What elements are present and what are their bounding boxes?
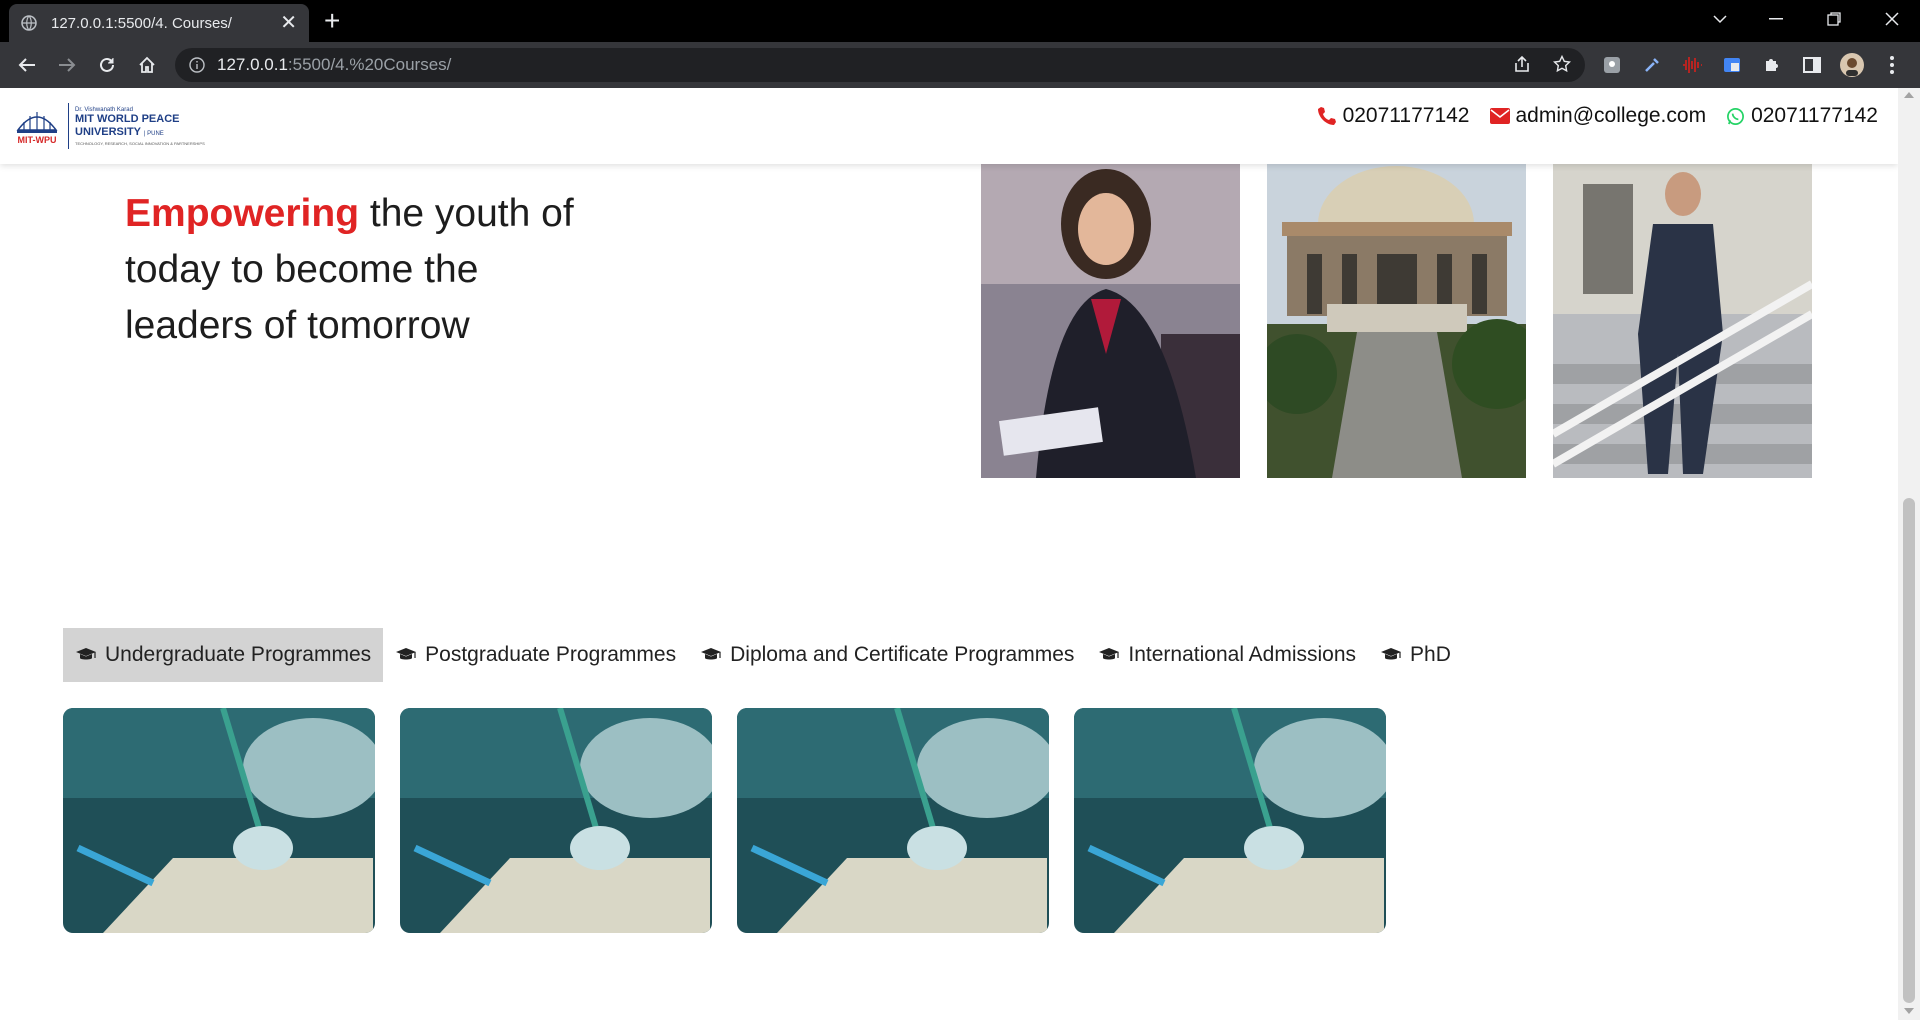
hero-heading: Empowering the youth of today to become … [125,186,585,354]
menu-kebab-icon[interactable] [1878,51,1906,79]
side-panel-icon[interactable] [1798,51,1826,79]
graduation-cap-icon [700,647,722,663]
new-tab-button[interactable]: + [324,6,340,36]
programme-tabs: Undergraduate Programmes Postgraduate Pr… [63,628,1463,682]
whatsapp-number: 02071177142 [1751,104,1878,127]
site-info-icon[interactable] [189,57,205,73]
course-card[interactable] [63,708,375,933]
reload-icon[interactable] [92,50,122,80]
contact-whatsapp[interactable]: 02071177142 [1726,104,1878,128]
share-icon[interactable] [1507,49,1537,79]
home-icon[interactable] [132,50,162,80]
exam-writing-image [63,708,375,933]
globe-icon [21,15,37,31]
tab-international-admissions[interactable]: International Admissions [1086,628,1368,682]
tab-diploma-certificate-programmes[interactable]: Diploma and Certificate Programmes [688,628,1086,682]
email-address: admin@college.com [1515,104,1707,127]
contact-phone[interactable]: 02071177142 [1317,104,1470,128]
tab-label: Diploma and Certificate Programmes [730,643,1075,666]
logo-divider [68,103,69,149]
bookmark-star-icon[interactable] [1547,49,1577,79]
page-scrollbar[interactable] [1898,88,1920,1020]
tab-label: Postgraduate Programmes [425,643,677,666]
scroll-up-arrow-icon[interactable] [1904,92,1914,98]
graduation-cap-icon [395,647,417,663]
browser-tab-bar: 127.0.0.1:5500/4. Courses/ ✕ + [0,0,1920,42]
forward-arrow-icon[interactable] [52,50,82,80]
tab-phd[interactable]: PhD [1368,628,1463,682]
contact-bar: 02071177142 admin@college.com 0207117714… [1297,104,1878,128]
url-text: 127.0.0.1:5500/4.%20Courses/ [217,55,452,74]
logo-text: Dr. Vishwanath Karad MIT WORLD PEACE UNI… [75,107,205,146]
eyedropper-icon[interactable] [1638,51,1666,79]
puzzle-extensions-icon[interactable] [1758,51,1786,79]
graduation-cap-icon [1098,647,1120,663]
back-arrow-icon[interactable] [12,50,42,80]
phone-icon [1317,106,1337,126]
address-bar[interactable]: 127.0.0.1:5500/4.%20Courses/ [175,48,1585,82]
campus-dome-image [1267,164,1526,478]
translate-icon[interactable] [1718,51,1746,79]
course-card-grid [63,708,1411,933]
tab-label: PhD [1410,643,1451,666]
page-viewport: MIT-WPU Dr. Vishwanath Karad MIT WORLD P… [0,88,1898,1020]
browser-tab[interactable]: 127.0.0.1:5500/4. Courses/ ✕ [9,4,309,42]
tab-title: 127.0.0.1:5500/4. Courses/ [51,14,232,32]
graduation-cap-icon [1380,647,1402,663]
close-tab-icon[interactable]: ✕ [280,13,297,33]
audio-wave-icon[interactable] [1678,51,1706,79]
logo-name-line-1: MIT WORLD PEACE [75,112,180,125]
tab-label: Undergraduate Programmes [105,643,372,666]
logo-tagline: TECHNOLOGY, RESEARCH, SOCIAL INNOVATION … [75,140,205,146]
hero-accent-word: Empowering [125,192,360,235]
course-card[interactable] [1074,708,1386,933]
envelope-icon [1489,108,1510,124]
scrollbar-thumb[interactable] [1903,498,1915,1003]
exam-writing-image [400,708,712,933]
tab-search-icon[interactable] [1692,0,1748,38]
site-header: MIT-WPU Dr. Vishwanath Karad MIT WORLD P… [0,88,1898,164]
extension-1-icon[interactable] [1598,51,1626,79]
exam-writing-image [1074,708,1386,933]
tab-postgraduate-programmes[interactable]: Postgraduate Programmes [383,628,688,682]
minimize-button[interactable] [1748,0,1804,38]
profile-avatar-icon[interactable] [1838,51,1866,79]
scroll-down-arrow-icon[interactable] [1904,1008,1914,1014]
whatsapp-icon [1726,107,1745,126]
phone-number: 02071177142 [1342,104,1470,127]
course-card[interactable] [400,708,712,933]
dome-logo-mark: MIT-WPU [12,102,62,150]
logo-mark-text: MIT-WPU [18,135,57,145]
exam-writing-image [737,708,1049,933]
graduation-cap-icon [75,647,97,663]
contact-email[interactable]: admin@college.com [1489,104,1707,128]
student-stairs-image [1553,164,1812,478]
restore-button[interactable] [1806,0,1862,38]
course-card[interactable] [737,708,1049,933]
close-window-button[interactable] [1864,0,1920,38]
browser-toolbar: 127.0.0.1:5500/4.%20Courses/ [0,42,1920,88]
university-logo[interactable]: MIT-WPU Dr. Vishwanath Karad MIT WORLD P… [12,102,205,150]
logo-name-line-2: UNIVERSITY | PUNE [75,125,164,138]
tab-undergraduate-programmes[interactable]: Undergraduate Programmes [63,628,384,682]
student-portrait-image [981,164,1240,478]
tab-label: International Admissions [1128,643,1357,666]
